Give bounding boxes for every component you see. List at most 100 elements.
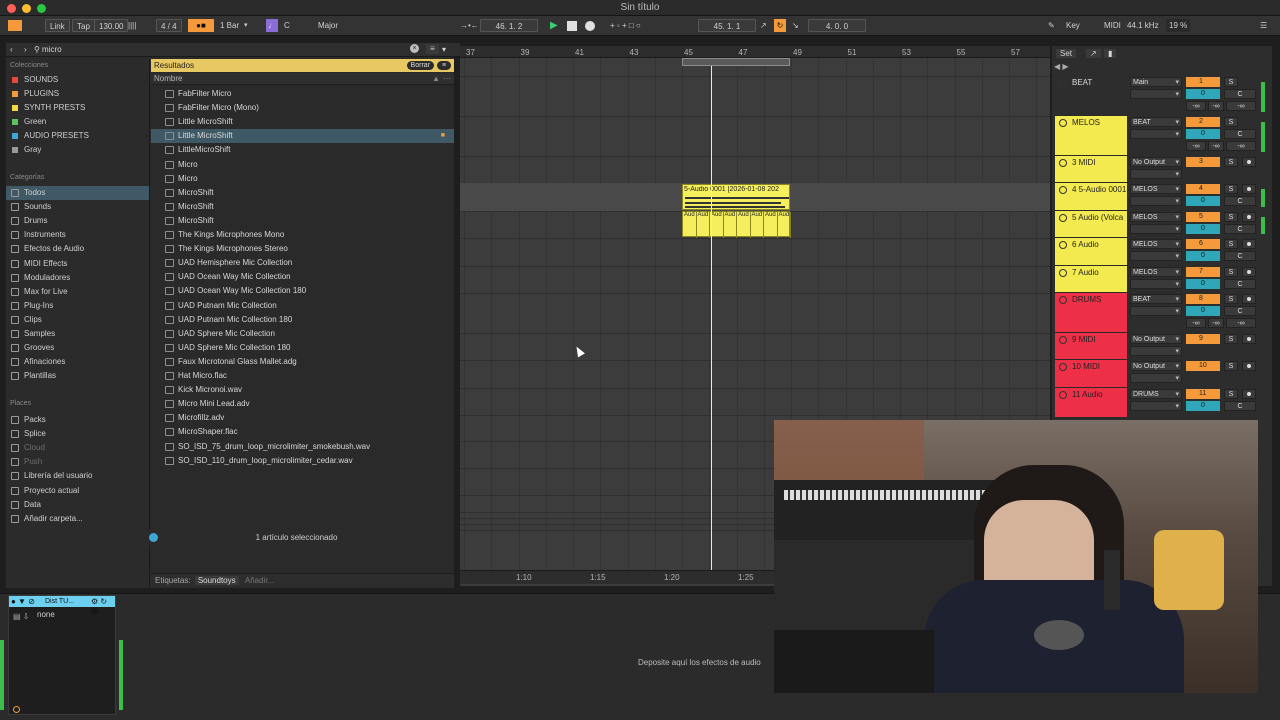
tag-pill[interactable]: Soundtoys [194,576,239,585]
place-item[interactable]: Librería del usuario [6,469,149,483]
collection-item[interactable]: Green [6,115,149,129]
place-item[interactable]: Proyecto actual [6,484,149,498]
device-rack[interactable]: Dist TU... ● ▼ ⊘ ⚙ ↻ ▤ none ▤ ⇩ [8,595,116,715]
arm-button[interactable] [1242,334,1256,344]
category-item[interactable]: Plantillas [6,369,149,383]
sub-clip[interactable]: Aud [778,212,791,238]
preset-icons[interactable]: ▤ ⇩ [13,612,29,621]
track-name[interactable]: MELOS [1072,118,1100,127]
key-menu[interactable]: C [284,19,290,32]
track-output-channel[interactable] [1130,196,1182,207]
overdub-icon[interactable]: + ◦ + □ ○ [610,19,641,32]
punch-in-icon[interactable]: ↗ [760,19,767,32]
volume-field[interactable]: 0 [1186,129,1220,139]
arm-button[interactable] [1242,389,1256,399]
category-item[interactable]: Sounds [6,200,149,214]
category-item[interactable]: Todos [6,186,149,200]
punch-out-icon[interactable]: ↘ [792,19,799,32]
signature-field[interactable]: 4 / 4 [156,19,182,32]
add-filter-icon[interactable]: ≡ [437,61,451,70]
result-item[interactable]: Hat Micro.flac [151,369,454,383]
track-output-channel[interactable] [1130,89,1182,100]
volume-field[interactable]: 0 [1186,196,1220,206]
pan-field[interactable]: C [1224,306,1256,316]
fold-icon[interactable] [1059,79,1067,87]
track-activator[interactable]: 5 [1186,212,1220,222]
loop-button[interactable]: ↻ [774,19,786,32]
category-item[interactable]: Max for Live [6,285,149,299]
sub-clip[interactable]: Aud [737,212,751,238]
category-item[interactable]: Drums [6,214,149,228]
volume-field[interactable]: 0 [1186,306,1220,316]
metronome-button[interactable]: ●■ [188,19,214,32]
track-output-channel[interactable] [1130,279,1182,290]
track-name[interactable]: 6 Audio [1072,240,1099,249]
draw-mode-icon[interactable]: ✎ [1048,19,1055,32]
result-item[interactable]: LittleMicroShift [151,143,454,157]
sub-clip[interactable]: Aud [724,212,737,238]
expand-icon[interactable]: ↗ [1086,49,1101,58]
collection-item[interactable]: PLUGINS [6,87,149,101]
category-item[interactable]: Afinaciones [6,355,149,369]
track-output-routing[interactable]: MELOS [1130,239,1182,250]
result-item[interactable]: MicroShaper.flac [151,425,454,439]
pan-field[interactable]: C [1224,279,1256,289]
track-output-channel[interactable] [1130,129,1182,140]
arm-button[interactable] [1242,239,1256,249]
result-item[interactable]: FabFilter Micro (Mono) [151,101,454,115]
stop-button[interactable] [567,21,577,31]
solo-button[interactable]: S [1224,361,1238,371]
device-power-icon[interactable] [13,706,20,713]
result-item[interactable]: Microfillz.adv [151,411,454,425]
result-item[interactable]: FabFilter Micro [151,87,454,101]
sub-clip[interactable]: Aud [683,212,697,238]
result-item[interactable]: Micro [151,158,454,172]
column-options-icon[interactable]: ⋯ [443,73,451,85]
sub-clip[interactable]: Aud [697,212,710,238]
arm-button[interactable] [1242,267,1256,277]
follow-icon[interactable]: →•← [460,19,479,32]
track-activator[interactable]: 10 [1186,361,1220,371]
track-output-routing[interactable]: Main [1130,77,1182,88]
play-button[interactable]: ▶ [550,19,558,32]
result-item[interactable]: Little MicroShift ■ [151,129,454,144]
solo-button[interactable]: S [1224,334,1238,344]
scale-menu[interactable]: Major [318,19,338,32]
track-output-channel[interactable] [1130,306,1182,317]
result-item[interactable]: The Kings Microphones Stereo [151,242,454,256]
filter-icon[interactable]: ≡ [426,44,439,54]
category-item[interactable]: Grooves [6,341,149,355]
solo-button[interactable]: S [1224,117,1238,127]
loop-length-field[interactable]: 4. 0. 0 [808,19,866,32]
sort-icon[interactable]: ▲ [432,73,440,85]
track-output-routing[interactable]: MELOS [1130,267,1182,278]
track-name[interactable]: 11 Audio [1072,390,1103,399]
clear-search-icon[interactable]: × [410,44,419,53]
sub-clip[interactable]: Aud [764,212,778,238]
midi-map-button[interactable]: MIDI [1104,19,1121,32]
track-output-routing[interactable]: MELOS [1130,212,1182,223]
key-map-button[interactable]: Key [1066,19,1080,32]
track-output-routing[interactable]: No Output [1130,334,1182,345]
place-item[interactable]: Splice [6,427,149,441]
track-name[interactable]: 4 5-Audio 0001 [1072,185,1126,194]
collection-item[interactable]: Gray [6,143,149,157]
pan-field[interactable]: C [1224,251,1256,261]
menu-icon[interactable]: ☰ [1260,19,1267,32]
nudge-icon[interactable]: |||| [128,19,136,32]
arm-button[interactable] [1242,212,1256,222]
browser-menu-chevron-icon[interactable]: ▾ [442,45,446,54]
tempo-field[interactable]: 130.00 [94,19,129,32]
tap-button[interactable]: Tap [72,19,95,32]
track-activator[interactable]: 3 [1186,157,1220,167]
result-item[interactable]: UAD Sphere Mic Collection [151,327,454,341]
track-output-routing[interactable]: BEAT [1130,294,1182,305]
solo-button[interactable]: S [1224,294,1238,304]
sub-clip[interactable]: Aud [710,212,724,238]
track-activator[interactable]: 4 [1186,184,1220,194]
fold-icon[interactable] [1059,336,1067,344]
device-options-icon[interactable]: ⚙ ↻ ▤ [91,597,115,615]
track-activator[interactable]: 7 [1186,267,1220,277]
solo-button[interactable]: S [1224,389,1238,399]
result-item[interactable]: Little MicroShift [151,115,454,129]
